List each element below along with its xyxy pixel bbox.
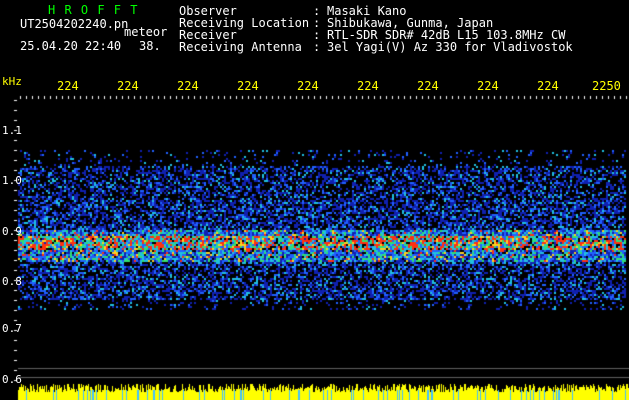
freq-label: 0.6 (2, 373, 22, 386)
freq-unit-label: kHz (2, 75, 22, 88)
freq-label: 1.1 (2, 124, 22, 137)
freq-label: 0.9 (2, 225, 22, 238)
time-label: 224 (57, 79, 79, 93)
date-time: 25.04.20 22:40 (20, 39, 122, 53)
mode-label: meteor (124, 25, 168, 39)
antenna-value: 3el Yagi(V) Az 330 for Vladivostok (327, 40, 573, 54)
freq-label: 1.0 (2, 174, 22, 187)
time-label: 224 (357, 79, 379, 93)
filename: UT2504202240.pn (20, 17, 129, 31)
time-label: 224 (477, 79, 499, 93)
antenna-separator: : (313, 40, 321, 54)
freq-label: 0.7 (2, 322, 22, 335)
spectrogram-canvas (0, 0, 629, 400)
time-label: 224 (417, 79, 439, 93)
time-label: 224 (537, 79, 559, 93)
time-label: 224 (237, 79, 259, 93)
antenna-label: Receiving Antenna (179, 40, 302, 54)
app-logo: H R O F F T (48, 3, 139, 17)
counter: 38. (139, 39, 161, 53)
time-label: 224 (297, 79, 319, 93)
time-label: 2250 (592, 79, 621, 93)
time-label: 224 (117, 79, 139, 93)
time-label: 224 (177, 79, 199, 93)
freq-label: 0.8 (2, 275, 22, 288)
